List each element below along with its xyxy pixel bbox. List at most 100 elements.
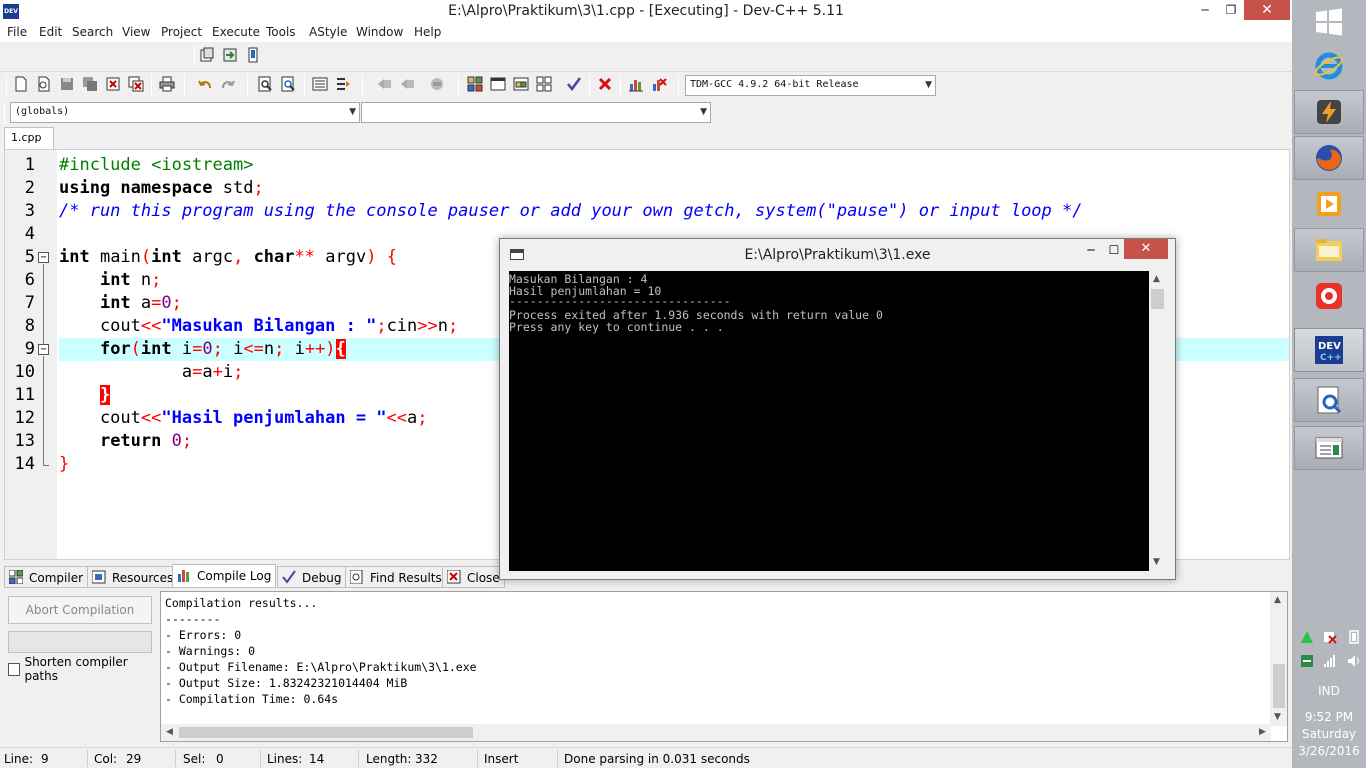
shorten-paths-checkbox[interactable] (8, 662, 21, 676)
menu-view[interactable]: View (122, 25, 150, 39)
log-vertical-scroll-thumb[interactable] (1273, 664, 1285, 708)
editor-tab-1cpp[interactable]: 1.cpp (4, 127, 54, 149)
clock-day[interactable]: Saturday (1292, 727, 1366, 741)
open-file-icon[interactable] (35, 75, 53, 93)
redo-icon[interactable] (219, 75, 237, 93)
delete-profile-icon[interactable] (650, 75, 668, 93)
tab-compiler[interactable]: Compiler (4, 566, 89, 588)
console-close-button[interactable]: ✕ (1124, 239, 1168, 259)
project-forward-icon[interactable] (398, 75, 416, 93)
rebuild-all-icon[interactable] (535, 75, 553, 93)
menu-execute[interactable]: Execute (212, 25, 260, 39)
menu-window[interactable]: Window (356, 25, 403, 39)
find-icon[interactable] (256, 75, 274, 93)
menu-search[interactable]: Search (72, 25, 113, 39)
clock-date[interactable]: 3/26/2016 (1292, 744, 1366, 758)
profile-icon[interactable] (627, 75, 645, 93)
tab-resources[interactable]: Resources (87, 566, 179, 588)
bookmark-icon[interactable] (244, 46, 262, 64)
folder-icon (1316, 239, 1342, 261)
compiler-select[interactable]: TDM-GCC 4.9.2 64-bit Release ▼ (685, 75, 936, 96)
abort-compilation-button[interactable]: Abort Compilation (8, 596, 152, 624)
battery-icon[interactable] (1347, 630, 1361, 644)
console-scrollbar[interactable]: ▲ ▼ (1149, 271, 1166, 571)
tab-close[interactable]: Close (442, 566, 505, 588)
menu-file[interactable]: File (7, 25, 27, 39)
input-language[interactable]: IND (1292, 684, 1366, 698)
volume-icon[interactable] (1347, 654, 1361, 668)
shorten-paths-option[interactable]: Shorten compiler paths (8, 655, 158, 683)
taskbar-window-preview[interactable] (1294, 426, 1364, 470)
scroll-left-icon[interactable]: ◀ (166, 727, 173, 737)
log-horizontal-scrollbar[interactable]: ◀ ▶ (161, 724, 1271, 741)
tab-find-results[interactable]: Find Results (345, 566, 447, 588)
restore-button[interactable]: ❐ (1216, 0, 1246, 20)
print-icon[interactable] (158, 75, 176, 93)
menu-project[interactable]: Project (161, 25, 202, 39)
console-minimize-button[interactable]: ─ (1078, 241, 1104, 261)
project-back-icon[interactable] (375, 75, 393, 93)
menu-help[interactable]: Help (414, 25, 441, 39)
compile-log-output[interactable]: Compilation results... -------- - Errors… (160, 591, 1288, 742)
scroll-right-icon[interactable]: ▶ (1259, 727, 1266, 737)
taskbar-internet-explorer[interactable] (1294, 44, 1364, 88)
log-vertical-scrollbar[interactable]: ▲ ▼ (1270, 592, 1287, 726)
compile-run-icon[interactable] (512, 75, 530, 93)
scroll-down-icon[interactable]: ▼ (1274, 712, 1281, 722)
taskbar-media-player[interactable] (1294, 182, 1364, 226)
log-line: - Warnings: 0 (165, 644, 256, 658)
taskbar-devcpp[interactable]: DEV C++ (1294, 328, 1364, 372)
close-all-icon[interactable] (127, 75, 145, 93)
run-icon[interactable] (489, 75, 507, 93)
console-title-bar[interactable]: E:\Alpro\Praktikum\3\1.exe ─ ☐ ✕ (500, 239, 1175, 271)
taskbar-console[interactable] (1294, 378, 1364, 422)
network-app-icon[interactable] (1300, 654, 1314, 668)
window-title: E:\Alpro\Praktikum\3\1.cpp - [Executing]… (448, 3, 844, 19)
insert-icon[interactable] (198, 46, 216, 64)
tab-debug[interactable]: Debug (277, 566, 347, 588)
replace-icon[interactable] (279, 75, 297, 93)
close-button[interactable]: ✕ (1244, 0, 1290, 20)
title-bar[interactable]: DEV E:\Alpro\Praktikum\3\1.cpp - [Execut… (0, 0, 1292, 24)
console-scroll-thumb[interactable] (1151, 289, 1164, 309)
menu-edit[interactable]: Edit (39, 25, 62, 39)
save-all-icon[interactable] (81, 75, 99, 93)
fold-toggle-icon[interactable]: − (38, 252, 49, 263)
menu-tools[interactable]: Tools (266, 25, 296, 39)
scope-select[interactable]: (globals) ▼ (10, 102, 360, 123)
unindent-icon[interactable] (334, 75, 352, 93)
project-options-icon[interactable] (428, 75, 446, 93)
close-file-icon[interactable] (104, 75, 122, 93)
function-select[interactable]: ▼ (361, 102, 711, 123)
stop-execution-icon[interactable] (596, 75, 614, 93)
menu-astyle[interactable]: AStyle (309, 25, 347, 39)
signal-strength-icon[interactable] (1323, 654, 1337, 668)
flag-warning-icon[interactable] (1323, 630, 1337, 644)
undo-icon[interactable] (196, 75, 214, 93)
indent-icon[interactable] (311, 75, 329, 93)
taskbar-camera-app[interactable] (1294, 274, 1364, 318)
clock-time[interactable]: 9:52 PM (1292, 710, 1366, 724)
code-line: } (59, 454, 70, 474)
log-horizontal-scroll-thumb[interactable] (179, 727, 473, 738)
scroll-up-icon[interactable]: ▲ (1153, 274, 1160, 284)
console-window[interactable]: E:\Alpro\Praktikum\3\1.exe ─ ☐ ✕ Masukan… (499, 238, 1176, 580)
syntax-check-icon[interactable] (565, 75, 583, 93)
start-button[interactable] (1294, 0, 1364, 44)
console-maximize-button[interactable]: ☐ (1103, 241, 1125, 261)
fold-toggle-icon[interactable]: − (38, 344, 49, 355)
scroll-down-icon[interactable]: ▼ (1153, 557, 1160, 567)
taskbar-winamp[interactable] (1294, 90, 1364, 134)
new-file-icon[interactable] (12, 75, 30, 93)
console-output[interactable]: Masukan Bilangan : 4 Hasil penjumlahan =… (509, 271, 1149, 571)
taskbar-firefox[interactable] (1294, 136, 1364, 180)
action-center-icon[interactable] (1300, 630, 1314, 644)
tab-compile-log[interactable]: Compile Log (172, 564, 277, 588)
scroll-up-icon[interactable]: ▲ (1274, 595, 1281, 605)
taskbar-file-explorer[interactable] (1294, 228, 1364, 272)
goto-icon[interactable] (221, 46, 239, 64)
save-icon[interactable] (58, 75, 76, 93)
compile-icon[interactable] (466, 75, 484, 93)
status-bar: Line: 9 Col: 29 Sel: 0 Lines: 14 Length:… (0, 747, 1292, 768)
